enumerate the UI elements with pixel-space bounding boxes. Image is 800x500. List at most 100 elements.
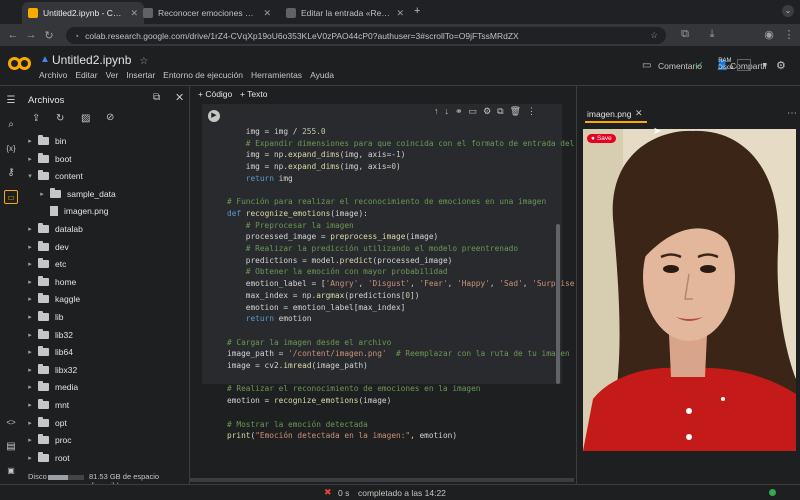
folder-item[interactable]: ▸ media — [26, 379, 78, 395]
folder-item[interactable]: ▸ sample_data — [38, 186, 116, 202]
folder-item[interactable]: ▸ datalab — [26, 221, 83, 237]
expand-caret-icon[interactable]: ▸ — [26, 436, 34, 444]
expand-caret-icon[interactable]: ▾ — [26, 172, 34, 180]
expand-caret-icon[interactable]: ▸ — [26, 295, 34, 303]
move-up-icon[interactable]: ↑ — [434, 106, 439, 120]
folder-item[interactable]: ▸ dev — [26, 239, 69, 255]
close-tab-icon[interactable]: ✕ — [635, 108, 643, 119]
expand-caret-icon[interactable]: ▸ — [26, 243, 34, 251]
expand-caret-icon[interactable]: ▸ — [26, 260, 34, 268]
save-image-button[interactable]: ● Save — [587, 134, 616, 143]
open-in-tab-icon[interactable]: ⧉ — [153, 92, 160, 103]
extensions-icon[interactable]: ⧉ — [676, 28, 694, 41]
expand-caret-icon[interactable]: ▸ — [26, 137, 34, 145]
folder-item[interactable]: ▸ lib64 — [26, 344, 73, 360]
profile-icon[interactable]: ◉ — [760, 28, 778, 41]
menu-item[interactable]: Ver — [106, 70, 119, 80]
folder-item[interactable]: ▸ libx32 — [26, 362, 77, 378]
folder-item[interactable]: ▸ lib32 — [26, 327, 73, 343]
expand-caret-icon[interactable]: ▸ — [38, 190, 46, 198]
folder-item[interactable]: ▸ lib — [26, 309, 64, 325]
menu-item[interactable]: Editar — [75, 70, 97, 80]
expand-caret-icon[interactable]: ▸ — [26, 454, 34, 462]
downloads-icon[interactable]: ⤓ — [703, 28, 721, 41]
expand-caret-icon[interactable]: ▸ — [26, 331, 34, 339]
code-cell[interactable]: ▶ ↑ ↓ ⚭ ▭ ⚙ ⧉ 🗑 ⋮ img = img / 255.0 # Ex… — [202, 104, 635, 440]
folder-item[interactable]: ▸ proc — [26, 432, 72, 448]
bookmark-star-icon[interactable]: ☆ — [650, 30, 658, 41]
hide-files-icon[interactable]: ⊘ — [106, 112, 114, 123]
expand-caret-icon[interactable]: ▸ — [26, 155, 34, 163]
expand-caret-icon[interactable]: ▸ — [26, 225, 34, 233]
browser-tab[interactable]: Editar la entrada «Reconocer... ✕ — [280, 2, 410, 24]
variables-icon[interactable]: {x} — [4, 142, 18, 156]
pane-more-icon[interactable]: ⋯ — [787, 108, 797, 119]
menu-item[interactable]: Insertar — [126, 70, 155, 80]
folder-item[interactable]: ▸ opt — [26, 415, 67, 431]
new-tab-button[interactable]: + — [414, 5, 420, 17]
site-info-icon[interactable]: ◔ — [74, 31, 79, 41]
menu-item[interactable]: Entorno de ejecución — [163, 70, 243, 80]
search-icon[interactable]: ⌕ — [4, 118, 18, 132]
cell-scrollbar[interactable] — [556, 224, 560, 384]
move-down-icon[interactable]: ↓ — [445, 106, 450, 120]
add-code-button[interactable]: + Código — [198, 89, 232, 99]
folder-item[interactable]: ▸ kaggle — [26, 291, 80, 307]
browser-tab[interactable]: Untitled2.ipynb - Colab ✕ — [22, 2, 144, 24]
cell-more-icon[interactable]: ⋮ — [527, 106, 536, 120]
notebook-title[interactable]: Untitled2.ipynb — [52, 53, 131, 67]
folder-item[interactable]: ▾ content — [26, 168, 83, 184]
terminal-icon[interactable]: ▣ — [4, 464, 18, 478]
add-text-button[interactable]: + Texto — [240, 89, 268, 99]
address-bar[interactable]: ◔ colab.research.google.com/drive/1rZ4-C… — [66, 27, 666, 44]
image-tab-title[interactable]: imagen.png — [587, 109, 631, 119]
expand-caret-icon[interactable]: ▸ — [26, 401, 34, 409]
browser-tab[interactable]: Reconocer emociones de la... ✕ — [137, 2, 277, 24]
expand-caret-icon[interactable]: ▸ — [26, 278, 34, 286]
code-content[interactable]: img = img / 255.0 # Expandir dimensiones… — [227, 126, 635, 442]
menu-item[interactable]: Ayuda — [310, 70, 334, 80]
resources-widget[interactable]: ✓ RAM Disco ▼ — [695, 58, 768, 72]
files-folder-icon[interactable]: ▭ — [4, 190, 18, 204]
expand-caret-icon[interactable]: ▸ — [26, 419, 34, 427]
comment-icon[interactable]: ▭ — [469, 106, 478, 120]
folder-item[interactable]: ▸ bin — [26, 133, 66, 149]
close-tab-icon[interactable]: ✕ — [263, 8, 271, 19]
cell-settings-icon[interactable]: ⚙ — [483, 106, 491, 120]
dropdown-icon[interactable]: ▼ — [761, 62, 768, 69]
editor-hscroll[interactable] — [190, 478, 574, 482]
star-icon[interactable]: ☆ — [139, 56, 148, 67]
menu-item[interactable]: Herramientas — [251, 70, 302, 80]
folder-item[interactable]: ▸ boot — [26, 151, 72, 167]
table-of-contents-icon[interactable]: ☰ — [4, 94, 18, 108]
secrets-key-icon[interactable]: ⚷ — [4, 166, 18, 180]
folder-item[interactable]: ▸ mnt — [26, 397, 69, 413]
file-item[interactable]: imagen.png — [38, 203, 108, 219]
menu-item[interactable]: Archivo — [39, 70, 67, 80]
mount-drive-icon[interactable]: ▨ — [81, 113, 90, 124]
upload-file-icon[interactable]: ⇪ — [32, 113, 40, 124]
forward-icon[interactable]: → — [22, 29, 40, 41]
delete-icon[interactable]: 🗑 — [510, 106, 521, 120]
tab-search-icon[interactable]: ⌄ — [782, 5, 794, 17]
code-snippets-icon[interactable]: <> — [4, 416, 18, 430]
back-icon[interactable]: ← — [4, 29, 22, 41]
folder-item[interactable]: ▸ etc — [26, 256, 66, 272]
command-palette-icon[interactable]: ▤ — [4, 440, 18, 454]
settings-gear-icon[interactable]: ⚙ — [776, 59, 786, 72]
reload-icon[interactable]: ↻ — [40, 29, 58, 42]
comment-icon[interactable]: ▭ — [642, 60, 651, 71]
expand-caret-icon[interactable]: ▸ — [26, 348, 34, 356]
close-tab-icon[interactable]: ✕ — [396, 8, 404, 19]
link-icon[interactable]: ⚭ — [455, 106, 463, 120]
folder-item[interactable]: ▸ root — [26, 450, 70, 466]
expand-caret-icon[interactable]: ▸ — [26, 383, 34, 391]
colab-logo[interactable] — [8, 57, 32, 71]
folder-item[interactable]: ▸ home — [26, 274, 76, 290]
mirror-cell-icon[interactable]: ⧉ — [497, 106, 503, 120]
refresh-icon[interactable]: ↻ — [56, 113, 64, 124]
browser-menu-icon[interactable]: ⋮ — [780, 28, 798, 41]
run-cell-button[interactable]: ▶ — [208, 110, 220, 122]
expand-caret-icon[interactable]: ▸ — [26, 313, 34, 321]
expand-caret-icon[interactable]: ▸ — [26, 366, 34, 374]
